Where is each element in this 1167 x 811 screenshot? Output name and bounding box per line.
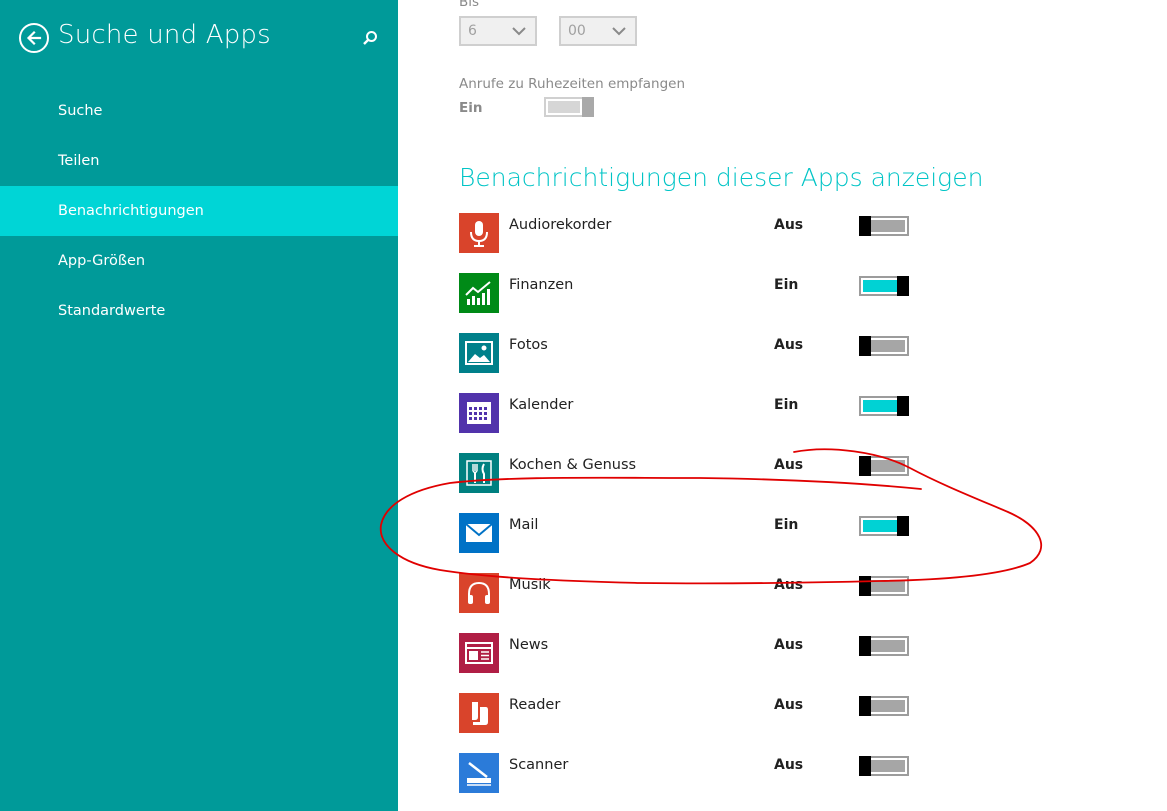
app-state: Aus xyxy=(774,337,804,353)
sidebar-nav: Suche Teilen Benachrichtigungen App-Größ… xyxy=(0,86,398,336)
app-state: Aus xyxy=(774,457,804,473)
app-name: News xyxy=(509,637,549,653)
app-toggle-musik[interactable] xyxy=(859,576,909,596)
app-row-mail: Mail Ein xyxy=(459,513,919,553)
app-name: Audiorekorder xyxy=(509,217,612,233)
minute-select[interactable]: 00 xyxy=(559,16,637,46)
chevron-down-icon xyxy=(612,27,626,36)
app-row-kalender: Kalender Ein xyxy=(459,393,919,433)
app-row-fotos: Fotos Aus xyxy=(459,333,919,373)
sidebar: Suche und Apps Suche Teilen Benachrichti… xyxy=(0,0,398,811)
hour-select[interactable]: 6 xyxy=(459,16,537,46)
app-row-audiorekorder: Audiorekorder Aus xyxy=(459,213,919,253)
app-toggle-kochen-genuss[interactable] xyxy=(859,456,909,476)
app-state: Aus xyxy=(774,757,804,773)
hour-value: 6 xyxy=(468,23,477,39)
sidebar-item-standardwerte[interactable]: Standardwerte xyxy=(0,286,398,336)
app-name: Musik xyxy=(509,577,551,593)
mail-icon xyxy=(459,513,499,553)
newspaper-icon xyxy=(459,633,499,673)
app-state: Aus xyxy=(774,637,804,653)
app-state: Ein xyxy=(774,517,799,533)
app-row-finanzen: Finanzen Ein xyxy=(459,273,919,313)
sidebar-item-benachrichtigungen[interactable]: Benachrichtigungen xyxy=(0,186,398,236)
app-name: Kalender xyxy=(509,397,574,413)
photo-icon xyxy=(459,333,499,373)
search-button[interactable] xyxy=(360,28,380,48)
chevron-down-icon xyxy=(512,27,526,36)
app-row-scanner: Scanner Aus xyxy=(459,753,919,793)
app-state: Aus xyxy=(774,217,804,233)
back-arrow-icon xyxy=(26,30,42,46)
app-name: Fotos xyxy=(509,337,548,353)
app-toggle-audiorekorder[interactable] xyxy=(859,216,909,236)
app-row-reader: Reader Aus xyxy=(459,693,919,733)
calendar-icon xyxy=(459,393,499,433)
app-toggle-mail[interactable] xyxy=(859,516,909,536)
app-state: Ein xyxy=(774,397,799,413)
sidebar-item-suche[interactable]: Suche xyxy=(0,86,398,136)
back-button[interactable] xyxy=(19,23,49,53)
app-state: Aus xyxy=(774,577,804,593)
app-toggle-finanzen[interactable] xyxy=(859,276,909,296)
until-label: Bis xyxy=(459,0,480,10)
reader-icon xyxy=(459,693,499,733)
app-row-musik: Musik Aus xyxy=(459,573,919,613)
app-toggle-news[interactable] xyxy=(859,636,909,656)
sidebar-item-app-groessen[interactable]: App-Größen xyxy=(0,236,398,286)
page-title: Suche und Apps xyxy=(58,20,271,50)
app-name: Kochen & Genuss xyxy=(509,457,637,473)
app-row-kochen-genuss: Kochen & Genuss Aus xyxy=(459,453,919,493)
minute-value: 00 xyxy=(568,23,586,39)
calls-quiet-hours-label: Anrufe zu Ruhezeiten empfangen xyxy=(459,76,685,92)
app-name: Mail xyxy=(509,517,539,533)
app-toggle-fotos[interactable] xyxy=(859,336,909,356)
app-name: Scanner xyxy=(509,757,569,773)
toggle-track xyxy=(548,101,580,113)
app-toggle-kalender[interactable] xyxy=(859,396,909,416)
app-name: Reader xyxy=(509,697,561,713)
app-row-news: News Aus xyxy=(459,633,919,673)
headphones-icon xyxy=(459,573,499,613)
fork-knife-icon xyxy=(459,453,499,493)
toggle-thumb xyxy=(582,97,594,117)
finance-chart-icon xyxy=(459,273,499,313)
sidebar-item-teilen[interactable]: Teilen xyxy=(0,136,398,186)
search-icon xyxy=(363,31,377,45)
app-name: Finanzen xyxy=(509,277,574,293)
app-toggle-reader[interactable] xyxy=(859,696,909,716)
calls-quiet-hours-state: Ein xyxy=(459,100,483,116)
section-heading: Benachrichtigungen dieser Apps anzeigen xyxy=(459,163,984,192)
microphone-icon xyxy=(459,213,499,253)
app-state: Ein xyxy=(774,277,799,293)
main-panel: Bis 6 00 Anrufe zu Ruhezeiten empfangen … xyxy=(398,0,1167,811)
scanner-icon xyxy=(459,753,499,793)
app-toggle-scanner[interactable] xyxy=(859,756,909,776)
calls-quiet-hours-toggle[interactable] xyxy=(544,97,594,117)
app-state: Aus xyxy=(774,697,804,713)
